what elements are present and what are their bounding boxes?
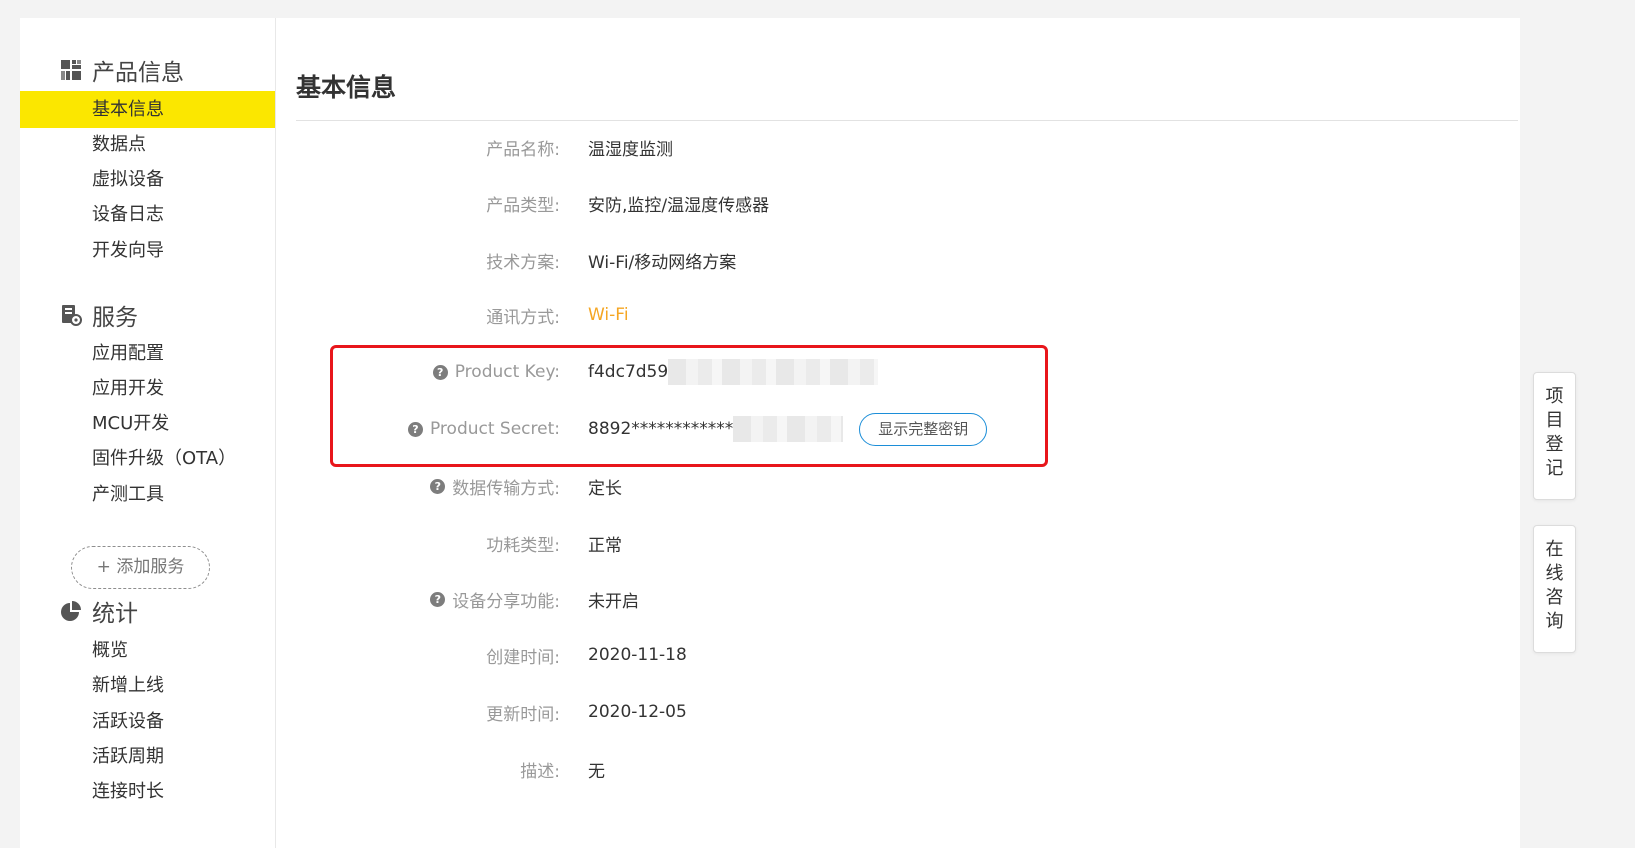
field-value: 2020-11-18 — [588, 645, 687, 665]
service-gear-icon — [62, 305, 82, 326]
section-statistics: 统计 — [60, 596, 138, 627]
project-register-button[interactable]: 项 目 登 记 — [1533, 372, 1576, 500]
sidebar-item-app-dev[interactable]: 应用开发 — [20, 370, 275, 407]
field-value: 正常 — [588, 535, 622, 556]
field-label: ? Product Secret: — [300, 419, 560, 439]
sidebar: 产品信息 基本信息 数据点 虚拟设备 设备日志 开发向导 服务 应用配置 应用开… — [20, 18, 276, 848]
field-data-transfer: ? 数据传输方式: 定长 — [300, 473, 622, 499]
help-icon[interactable]: ? — [407, 421, 423, 437]
sidebar-item-datapoints[interactable]: 数据点 — [20, 126, 275, 163]
sidebar-item-new-online[interactable]: 新增上线 — [20, 667, 275, 704]
product-secret-value: 8892************ — [588, 416, 844, 442]
field-label: ? 数据传输方式: — [300, 474, 560, 499]
sidebar-item-overview[interactable]: 概览 — [20, 632, 275, 669]
title-divider — [296, 120, 1518, 121]
field-value: Wi-Fi — [588, 305, 629, 325]
sidebar-item-virtual-device[interactable]: 虚拟设备 — [20, 161, 275, 198]
field-label: ? Product Key: — [300, 362, 560, 382]
section-services: 服务 — [60, 300, 138, 331]
field-created-time: 创建时间: 2020-11-18 — [300, 642, 687, 668]
show-full-secret-button[interactable]: 显示完整密钥 — [859, 412, 988, 446]
sidebar-item-active-period[interactable]: 活跃周期 — [20, 738, 275, 775]
blur-mask — [733, 416, 844, 442]
field-description: 描述: 无 — [300, 756, 605, 782]
product-key-value: f4dc7d59 — [588, 359, 879, 385]
help-icon[interactable]: ? — [430, 478, 446, 494]
add-service-button[interactable]: + 添加服务 — [71, 546, 210, 589]
field-device-sharing: ? 设备分享功能: 未开启 — [300, 586, 639, 612]
section-title-statistics: 统计 — [92, 601, 138, 627]
field-label: 描述: — [520, 761, 560, 782]
field-label: 创建时间: — [486, 647, 560, 668]
sidebar-item-dev-guide[interactable]: 开发向导 — [20, 232, 275, 269]
page-title: 基本信息 — [296, 73, 397, 102]
sidebar-item-mcu-dev[interactable]: MCU开发 — [20, 405, 275, 442]
field-label: 技术方案: — [486, 252, 560, 273]
field-label: ? 设备分享功能: — [300, 587, 560, 612]
sidebar-item-app-config[interactable]: 应用配置 — [20, 335, 275, 372]
sidebar-item-ota[interactable]: 固件升级（OTA） — [20, 440, 275, 477]
help-icon[interactable]: ? — [432, 364, 448, 380]
field-label: 通讯方式: — [486, 307, 560, 328]
section-title-product-info: 产品信息 — [92, 60, 184, 86]
section-product-info: 产品信息 — [60, 55, 184, 86]
field-label: 产品类型: — [486, 195, 560, 216]
help-icon[interactable]: ? — [430, 591, 446, 607]
field-value: 2020-12-05 — [588, 702, 687, 722]
field-label: 功耗类型: — [486, 535, 560, 556]
main-card: 产品信息 基本信息 数据点 虚拟设备 设备日志 开发向导 服务 应用配置 应用开… — [20, 18, 1520, 848]
field-value: 无 — [588, 761, 605, 782]
field-value: 定长 — [588, 478, 622, 499]
online-consult-button[interactable]: 在 线 咨 询 — [1533, 525, 1576, 653]
pie-chart-icon — [61, 601, 81, 621]
field-product-type: 产品类型: 安防,监控/温湿度传感器 — [300, 190, 769, 216]
field-updated-time: 更新时间: 2020-12-05 — [300, 699, 687, 725]
field-tech-solution: 技术方案: Wi-Fi/移动网络方案 — [300, 247, 736, 273]
section-title-services: 服务 — [92, 305, 138, 331]
field-comm-method: 通讯方式: Wi-Fi — [300, 302, 629, 328]
field-value: 安防,监控/温湿度传感器 — [588, 195, 770, 216]
field-label: 更新时间: — [486, 704, 560, 725]
sidebar-item-basic-info[interactable]: 基本信息 — [20, 91, 275, 128]
field-value: 温湿度监测 — [588, 139, 673, 160]
field-value: 未开启 — [588, 591, 639, 612]
sidebar-item-connection-duration[interactable]: 连接时长 — [20, 773, 275, 810]
field-product-name: 产品名称: 温湿度监测 — [300, 134, 673, 160]
field-value: Wi-Fi/移动网络方案 — [588, 252, 737, 273]
field-label: 产品名称: — [486, 139, 560, 160]
sidebar-item-production-test[interactable]: 产测工具 — [20, 476, 275, 513]
grid-icon — [61, 60, 81, 80]
blur-mask — [668, 359, 879, 385]
field-power-type: 功耗类型: 正常 — [300, 530, 622, 556]
sidebar-item-active-devices[interactable]: 活跃设备 — [20, 703, 275, 740]
sidebar-item-device-log[interactable]: 设备日志 — [20, 196, 275, 233]
field-product-secret: ? Product Secret: 8892************ 显示完整密钥 — [300, 412, 988, 446]
field-product-key: ? Product Key: f4dc7d59 — [300, 359, 879, 385]
